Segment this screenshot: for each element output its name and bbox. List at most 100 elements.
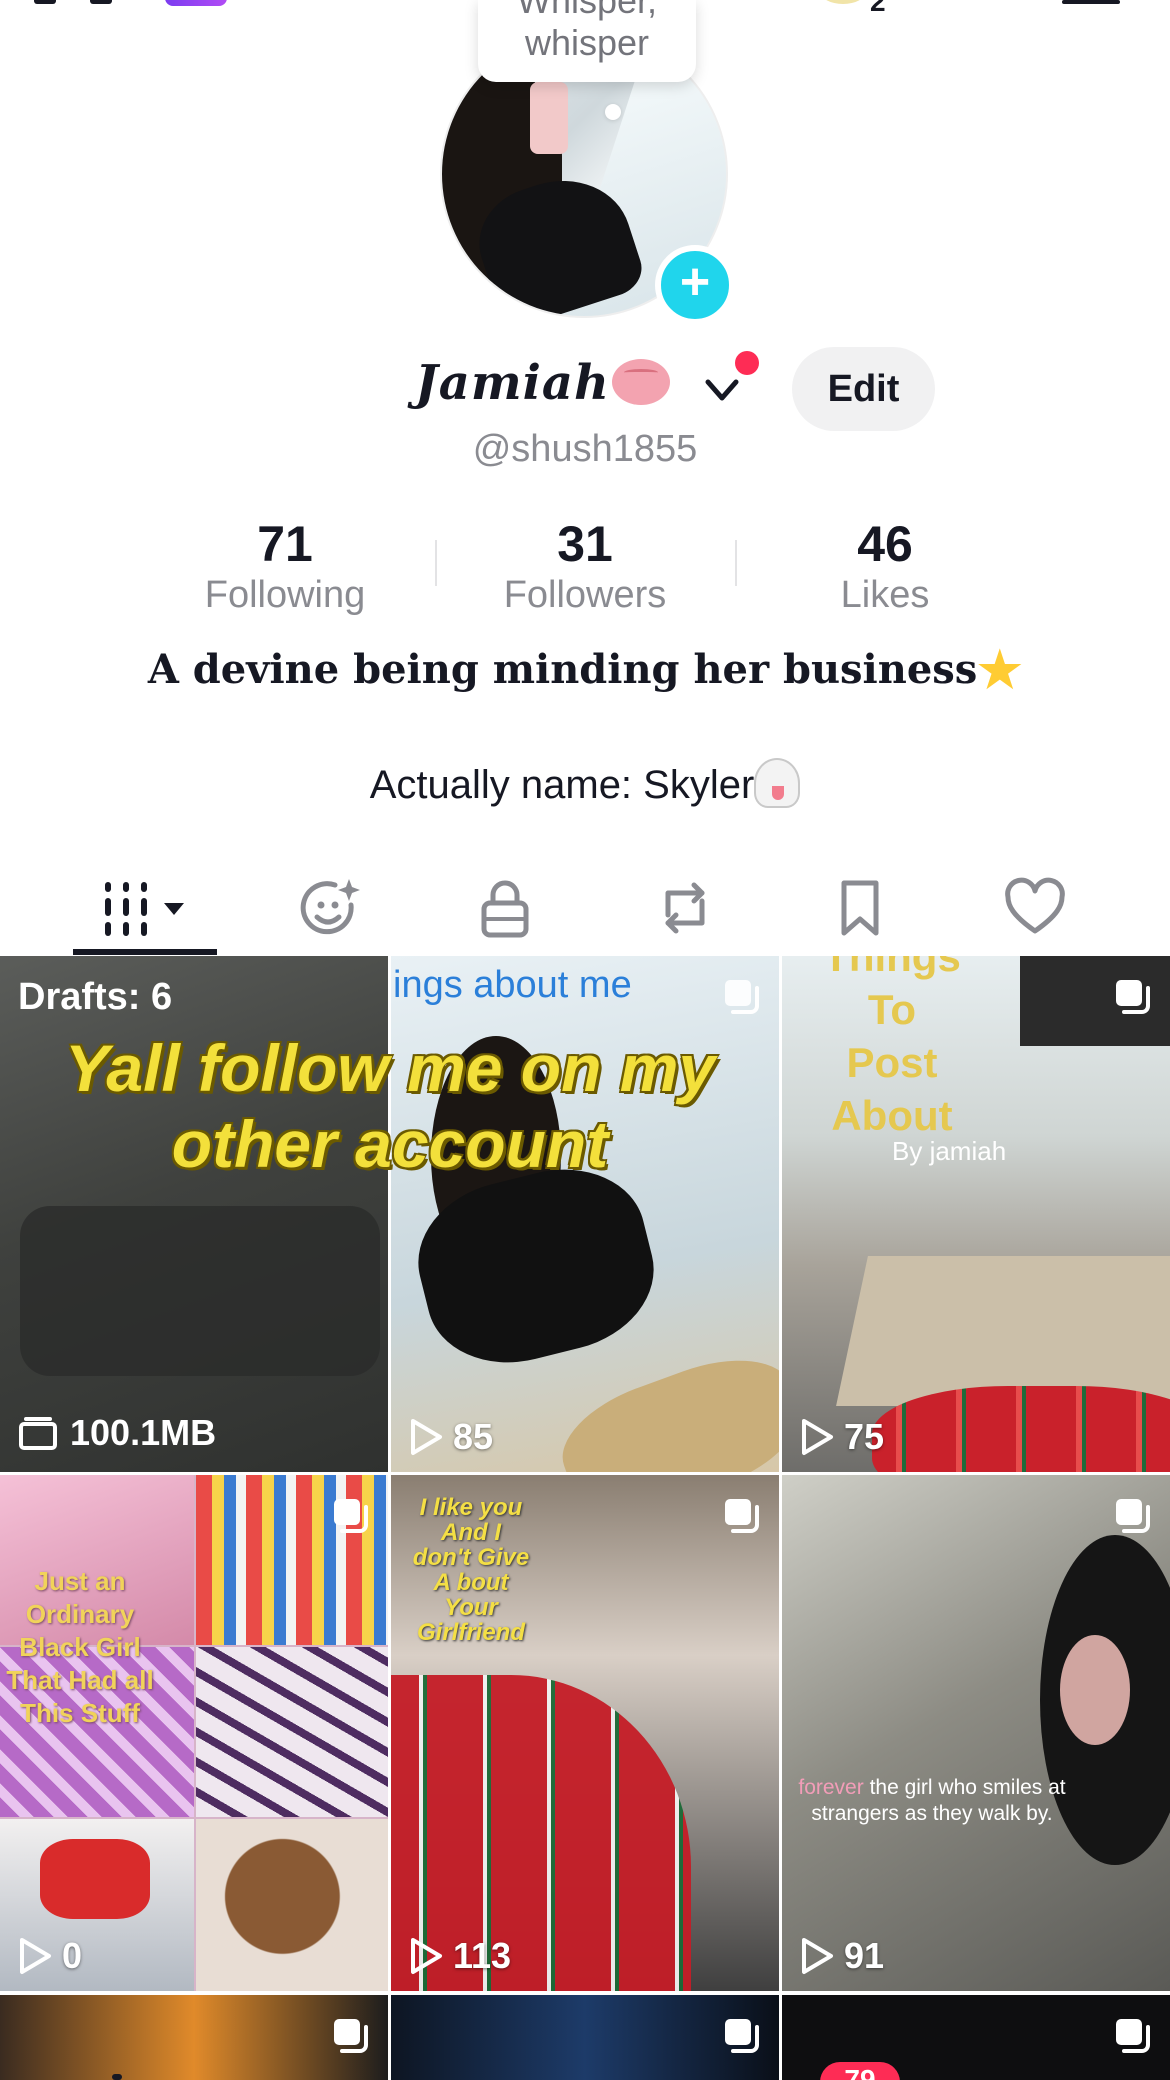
inbox-badge: 79 — [820, 2062, 900, 2080]
status-bar-glyph — [90, 0, 112, 4]
view-count: 0 — [18, 1935, 82, 1977]
multi-photo-icon — [725, 1499, 759, 1533]
add-story-button[interactable]: + — [655, 245, 735, 325]
tab-avatars[interactable] — [265, 860, 395, 956]
video-tile[interactable]: Things To Post About By jamiah 75 — [782, 956, 1170, 1472]
thumbnail-scene — [836, 1256, 1170, 1406]
stat-followers[interactable]: 31 Followers — [435, 516, 735, 618]
multi-photo-icon — [334, 2019, 368, 2053]
note-bubble-tail — [605, 104, 621, 120]
status-bar-glyph — [34, 0, 56, 4]
bio-text: A devine being minding her business — [147, 646, 978, 693]
tab-videos[interactable] — [80, 860, 210, 956]
face-sparkle-icon — [300, 879, 360, 935]
display-name[interactable]: Jamiah — [415, 355, 670, 411]
view-count-value: 91 — [844, 1935, 885, 1976]
promo-pill[interactable] — [165, 0, 227, 6]
multi-photo-icon — [1116, 1499, 1150, 1533]
note-bubble-line1: Whisper, — [516, 0, 658, 21]
video-caption: ings about me — [393, 964, 632, 1006]
video-caption: Just an Ordinary Black Girl That Had all… — [6, 1566, 154, 1728]
bookmark-icon — [841, 880, 879, 936]
home-tab-icon[interactable] — [112, 2074, 122, 2080]
multi-photo-icon — [1116, 2019, 1150, 2053]
play-icon — [411, 1419, 442, 1455]
caption-line: Post — [846, 1039, 938, 1086]
tab-reposts[interactable] — [620, 860, 750, 956]
menu-icon[interactable] — [1062, 0, 1120, 4]
note-bubble[interactable]: Whisper, whisper — [478, 0, 696, 82]
play-icon — [20, 1938, 51, 1974]
video-tile[interactable]: forever the girl who smiles at strangers… — [782, 1475, 1170, 1991]
view-count-value: 75 — [844, 1416, 885, 1457]
stat-likes[interactable]: 46 Likes — [735, 516, 1035, 618]
tab-liked[interactable] — [970, 860, 1100, 956]
username: @shush1855 — [472, 428, 698, 470]
repost-icon — [665, 882, 705, 934]
video-caption: Things To Post About — [782, 956, 1002, 1142]
stat-value: 31 — [557, 516, 613, 572]
view-count-value: 113 — [453, 1935, 512, 1976]
heart-icon — [1005, 877, 1065, 934]
ghost-emoji-icon — [754, 758, 801, 808]
lock-icon — [481, 880, 529, 938]
stat-label: Following — [204, 574, 366, 616]
drafts-label: Drafts: 6 — [18, 976, 173, 1018]
note-bubble-line2: whisper — [524, 22, 650, 63]
caption-highlight: forever — [798, 1776, 864, 1799]
drafts-size-value: 100.1MB — [70, 1412, 217, 1453]
video-byline: By jamiah — [892, 1136, 1007, 1166]
play-icon — [802, 1938, 833, 1974]
drafts-size: 100.1MB — [18, 1412, 216, 1454]
bio-line-2: Actually name: Skyler — [0, 758, 1170, 808]
active-tab-indicator — [73, 949, 217, 955]
multi-photo-icon — [1116, 980, 1150, 1014]
caption-line: Things — [823, 956, 961, 980]
bio-line-1: A devine being minding her business★ — [0, 640, 1170, 699]
view-count: 91 — [800, 1935, 884, 1977]
view-count: 113 — [409, 1935, 511, 1977]
stat-label: Likes — [840, 574, 930, 616]
grid-videos-icon — [105, 882, 184, 936]
notification-dot — [735, 351, 759, 375]
play-icon — [411, 1938, 442, 1974]
view-count: 85 — [409, 1416, 493, 1458]
profile-tabs — [0, 860, 1170, 956]
caption-line: About — [831, 1092, 953, 1139]
bio-text: Actually name: Skyler — [369, 763, 755, 807]
tab-private[interactable] — [440, 860, 570, 956]
star-emoji-icon: ★ — [977, 640, 1023, 699]
display-name-text: Jamiah — [415, 355, 610, 411]
multi-photo-icon — [725, 980, 759, 1014]
overlay-line: other account — [171, 1107, 609, 1181]
stat-value: 71 — [257, 516, 313, 572]
stat-label: Followers — [503, 574, 667, 616]
play-icon — [802, 1419, 833, 1455]
brain-emoji-icon — [611, 359, 670, 405]
video-tile[interactable] — [391, 1995, 779, 2080]
drafts-folder-icon — [19, 1417, 57, 1450]
account-switch-chevron-icon[interactable] — [702, 370, 742, 410]
avatar-photo-phone — [530, 82, 568, 154]
tab-favorites[interactable] — [795, 860, 925, 956]
thumbnail-scene — [872, 1386, 1170, 1472]
thumbnail-scene — [1060, 1635, 1130, 1745]
edit-profile-button[interactable]: Edit — [792, 347, 935, 431]
thumbnail-scene — [547, 1338, 779, 1472]
collage-photo — [196, 1647, 388, 1817]
overlay-line: Yall follow me on my — [64, 1031, 716, 1105]
view-count-value: 85 — [453, 1416, 494, 1457]
coin-count: 2 — [870, 0, 886, 17]
stat-following[interactable]: 71 Following — [135, 516, 435, 618]
thumbnail-scene — [20, 1206, 380, 1376]
video-caption: forever the girl who smiles at strangers… — [792, 1775, 1072, 1827]
video-tile[interactable]: Just an Ordinary Black Girl That Had all… — [0, 1475, 388, 1991]
view-count: 75 — [800, 1416, 884, 1458]
video-caption: I like you And I don't Give A bout Your … — [412, 1494, 530, 1646]
video-tile[interactable] — [0, 1995, 388, 2080]
caption-line: To — [867, 986, 917, 1033]
coin-icon — [820, 0, 866, 4]
multi-photo-icon — [334, 1499, 368, 1533]
stat-value: 46 — [857, 516, 913, 572]
video-tile[interactable]: I like you And I don't Give A bout Your … — [391, 1475, 779, 1991]
